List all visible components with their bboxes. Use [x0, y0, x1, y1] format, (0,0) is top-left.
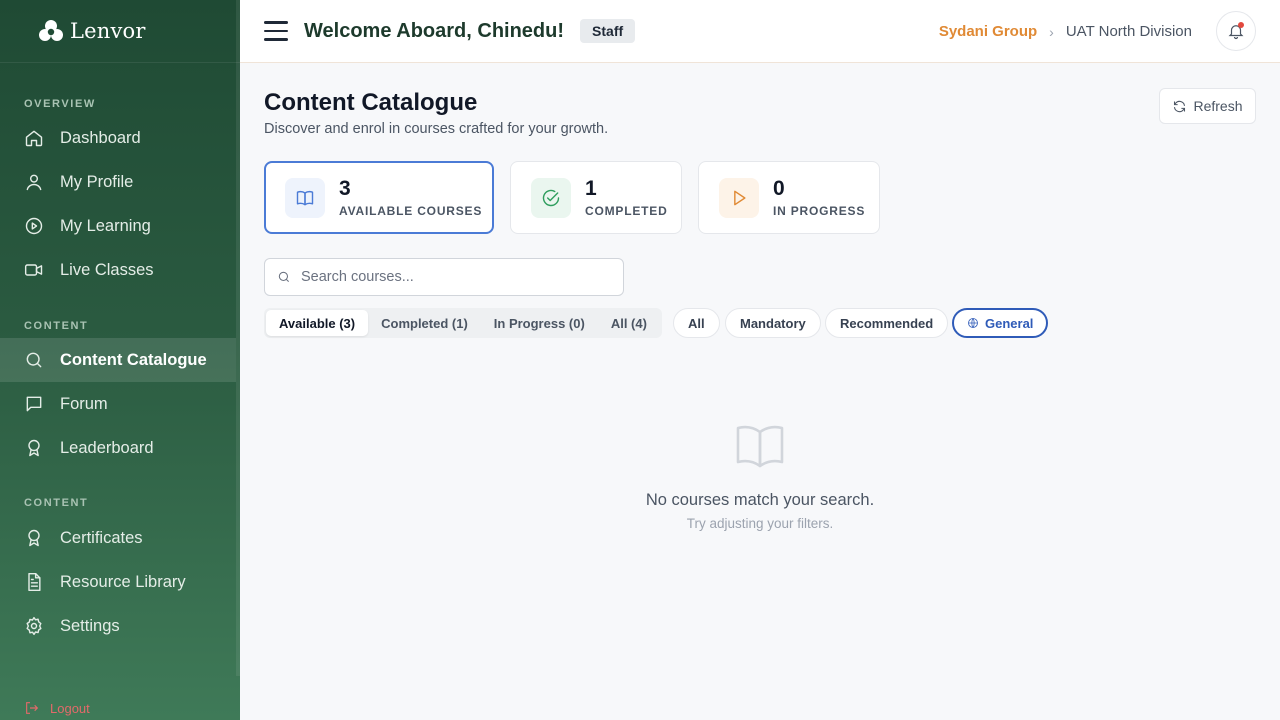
section-label-content-2: CONTENT	[24, 497, 89, 509]
stat-label: IN PROGRESS	[773, 204, 866, 219]
menu-icon	[264, 21, 288, 24]
home-icon	[25, 130, 43, 147]
sidebar-item-label: Leaderboard	[60, 438, 154, 457]
sidebar-item-settings[interactable]: Settings	[0, 604, 236, 648]
play-circle-icon	[25, 217, 43, 235]
section-label-content: CONTENT	[24, 320, 89, 332]
stat-icon-box	[531, 177, 571, 218]
sidebar-item-forum[interactable]: Forum	[0, 382, 236, 426]
sidebar-item-label: Dashboard	[60, 128, 141, 147]
sidebar-item-resource-library[interactable]: Resource Library	[0, 560, 236, 604]
logout-icon	[26, 702, 39, 714]
open-book-icon	[736, 425, 784, 468]
user-icon	[26, 174, 42, 191]
menu-icon	[264, 38, 288, 41]
breadcrumb-org[interactable]: Sydani Group	[939, 23, 1037, 40]
document-icon	[28, 572, 41, 592]
sidebar-item-label: Forum	[60, 394, 108, 413]
sidebar-item-label: Resource Library	[60, 572, 186, 591]
logout-label: Logout	[50, 700, 90, 716]
brand-name: Lenvor	[70, 19, 146, 43]
stat-in-progress[interactable]: 0 IN PROGRESS	[698, 161, 880, 234]
sidebar-item-dashboard[interactable]: Dashboard	[0, 116, 236, 160]
chat-icon	[26, 396, 42, 412]
search-icon	[26, 352, 42, 368]
search-icon	[278, 271, 290, 283]
tab-all[interactable]: All (4)	[598, 310, 660, 336]
stat-icon-box	[285, 177, 325, 218]
tab-in-progress[interactable]: In Progress (0)	[481, 310, 598, 336]
sidebar-item-live-classes[interactable]: Live Classes	[0, 248, 236, 292]
sidebar-item-label: My Profile	[60, 172, 134, 191]
stat-value: 1	[585, 176, 597, 200]
filter-chip-recommended[interactable]: Recommended	[825, 308, 949, 338]
filter-chip-all[interactable]: All	[673, 308, 720, 338]
stat-available-courses[interactable]: 3 AVAILABLE COURSES	[264, 161, 494, 234]
search-input[interactable]	[301, 269, 601, 285]
stat-completed[interactable]: 1 COMPLETED	[510, 161, 682, 234]
stat-icon-box	[719, 177, 759, 218]
sidebar-item-label: Settings	[60, 616, 120, 635]
role-badge: Staff	[580, 19, 636, 43]
filter-chip-label: General	[985, 315, 1034, 331]
breadcrumb-division: UAT North Division	[1065, 23, 1192, 40]
notification-dot	[1238, 22, 1244, 28]
stat-value: 3	[339, 176, 351, 200]
logo-icon	[39, 20, 63, 41]
globe-icon	[968, 318, 978, 328]
breadcrumb: Sydani Group › UAT North Division	[939, 0, 1192, 63]
page-title: Content Catalogue	[264, 89, 478, 116]
tab-available[interactable]: Available (3)	[266, 310, 369, 336]
tab-completed[interactable]: Completed (1)	[368, 310, 481, 336]
stat-label: COMPLETED	[585, 204, 668, 219]
page-subtitle: Discover and enrol in courses crafted fo…	[264, 121, 609, 137]
empty-state-subtitle: Try adjusting your filters.	[686, 516, 834, 531]
sidebar-item-label: My Learning	[60, 216, 151, 235]
chevron-right-icon: ›	[1049, 23, 1054, 40]
status-tabs: Available (3) Completed (1) In Progress …	[264, 308, 662, 338]
sidebar-item-certificates[interactable]: Certificates	[0, 516, 236, 560]
logout-button[interactable]: Logout	[24, 700, 90, 716]
notifications-button[interactable]	[1216, 11, 1256, 51]
gear-icon	[26, 616, 42, 636]
sidebar-scrollbar[interactable]	[236, 0, 240, 676]
refresh-button[interactable]: Refresh	[1159, 88, 1256, 124]
section-label-overview: OVERVIEW	[24, 98, 96, 110]
award-icon	[28, 439, 40, 457]
play-icon	[734, 190, 746, 205]
stat-label: AVAILABLE COURSES	[339, 204, 483, 219]
empty-state: No courses match your search. Try adjust…	[264, 424, 1256, 531]
empty-state-title: No courses match your search.	[645, 491, 875, 509]
sidebar-item-label: Certificates	[60, 528, 143, 547]
menu-icon	[264, 29, 288, 33]
stat-value: 0	[773, 176, 785, 200]
refresh-label: Refresh	[1193, 98, 1243, 114]
menu-toggle-button[interactable]	[264, 17, 292, 45]
sidebar-item-label: Content Catalogue	[60, 350, 207, 369]
refresh-icon	[1174, 100, 1186, 112]
sidebar-item-my-profile[interactable]: My Profile	[0, 160, 236, 204]
book-icon	[296, 190, 314, 205]
welcome-title: Welcome Aboard, Chinedu!	[304, 19, 565, 42]
brand[interactable]: Lenvor	[0, 0, 240, 63]
filter-chip-general[interactable]: General	[952, 308, 1049, 338]
video-icon	[24, 264, 43, 276]
top-header: Welcome Aboard, Chinedu! Staff Sydani Gr…	[240, 0, 1280, 63]
search-box	[264, 258, 624, 296]
sidebar-item-my-learning[interactable]: My Learning	[0, 204, 236, 248]
sidebar: Lenvor OVERVIEW Dashboard My Profile My …	[0, 0, 240, 720]
sidebar-item-leaderboard[interactable]: Leaderboard	[0, 426, 236, 470]
sidebar-item-label: Live Classes	[60, 260, 154, 279]
check-circle-icon	[542, 189, 560, 206]
award-icon	[28, 529, 40, 547]
sidebar-item-content-catalogue[interactable]: Content Catalogue	[0, 338, 236, 382]
filter-chip-mandatory[interactable]: Mandatory	[725, 308, 821, 338]
